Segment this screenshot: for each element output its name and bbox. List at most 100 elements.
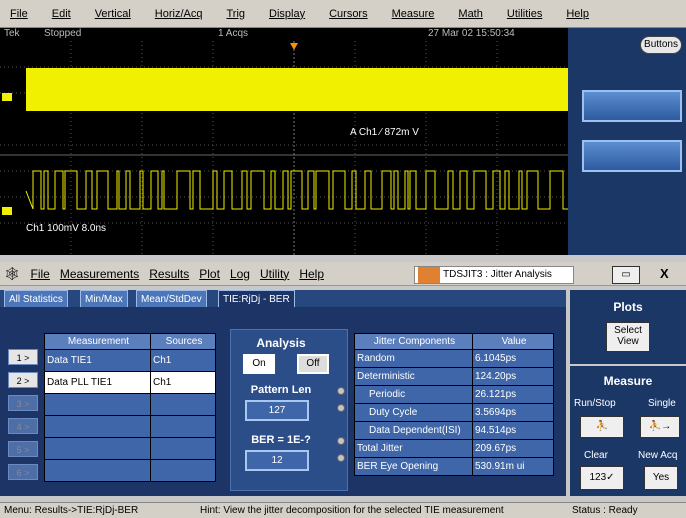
menu-cursors[interactable]: Cursors	[329, 8, 368, 20]
cell: Data TIE1	[44, 349, 151, 372]
table-row[interactable]	[44, 437, 216, 460]
tek-logo: Tek	[4, 28, 20, 39]
cell: Ch1	[150, 371, 216, 394]
tab-tie-rjdj-ber[interactable]: TIE:RjDj - BER	[218, 290, 295, 307]
table-row: Deterministic 124.20ps	[354, 367, 554, 386]
waveform-display[interactable]: A Ch1 ⁄ 872m V Ch1 100mV 8.0ns	[0, 41, 568, 255]
app-menu-results[interactable]: Results	[149, 267, 189, 281]
knob-icon	[337, 404, 345, 412]
menu-utilities[interactable]: Utilities	[507, 8, 542, 20]
row-button-3: 3 >	[8, 395, 38, 411]
col-jitter-components: Jitter Components	[354, 333, 473, 350]
cell: Random	[354, 349, 473, 368]
clear-button[interactable]: 123✓	[580, 466, 624, 490]
single-run-icon: ⛹→	[648, 421, 672, 432]
buttons-button[interactable]: Buttons	[640, 36, 682, 54]
run-icon: ⛹	[595, 421, 609, 432]
cell: 124.20ps	[472, 367, 554, 386]
side-button-1[interactable]	[582, 90, 682, 122]
hint-text: Hint: View the jitter decomposition for …	[200, 505, 504, 516]
cell: Total Jitter	[354, 439, 473, 458]
table-row: Data Dependent(ISI) 94.514ps	[354, 421, 554, 440]
datetime: 27 Mar 02 15:50:34	[428, 28, 515, 39]
app-status-bar: Menu: Results->TIE:RjDj-BER Hint: View t…	[0, 502, 686, 518]
cell: Data PLL TIE1	[44, 371, 151, 394]
table-row[interactable]: Data PLL TIE1 Ch1	[44, 371, 216, 394]
tab-mean-stddev[interactable]: Mean/StdDev	[136, 290, 207, 307]
cell	[44, 415, 151, 438]
menu-edit[interactable]: Edit	[52, 8, 71, 20]
status-text: Status : Ready	[572, 505, 638, 516]
cell: 209.67ps	[472, 439, 554, 458]
pattern-len-label: Pattern Len	[250, 384, 312, 396]
menu-path: Menu: Results->TIE:RjDj-BER	[4, 505, 139, 516]
table-row[interactable]: Data TIE1 Ch1	[44, 349, 216, 372]
side-button-2[interactable]	[582, 140, 682, 172]
cell: 3.5694ps	[472, 403, 554, 422]
app-menu-plot[interactable]: Plot	[199, 267, 220, 281]
cell: Periodic	[354, 385, 473, 404]
measurement-table: Measurement Sources Data TIE1 Ch1 Data PLL…	[44, 333, 216, 482]
row-button-2[interactable]: 2 >	[8, 372, 38, 388]
jitter-table: Jitter Components Value Random 6.1045ps De…	[354, 333, 554, 476]
analysis-off-button[interactable]: Off	[297, 354, 329, 374]
clear-label: Clear	[584, 450, 608, 461]
row-button-1[interactable]: 1 >	[8, 349, 38, 365]
app-menu-bar: 🕸 File Measurements Results Plot Log Uti…	[0, 262, 686, 286]
menu-file[interactable]: File	[10, 8, 28, 20]
run-stop-button[interactable]: ⛹	[580, 416, 624, 438]
analysis-on-button[interactable]: On	[243, 354, 275, 374]
menu-vertical[interactable]: Vertical	[95, 8, 131, 20]
app-menu-measurements[interactable]: Measurements	[60, 267, 139, 281]
table-row: Duty Cycle 3.5694ps	[354, 403, 554, 422]
cell: 94.514ps	[472, 421, 554, 440]
acq-state: Stopped	[44, 28, 82, 39]
cell: Data Dependent(ISI)	[354, 421, 473, 440]
channel-readout: Ch1 100mV 8.0ns	[26, 223, 107, 234]
table-row[interactable]	[44, 415, 216, 438]
pattern-len-field[interactable]: 127	[245, 400, 309, 421]
menu-measure[interactable]: Measure	[392, 8, 435, 20]
row-button-5: 5 >	[8, 441, 38, 457]
cell	[150, 459, 216, 482]
table-row: BER Eye Opening 530.91m ui	[354, 457, 554, 476]
knob-icon	[337, 387, 345, 395]
cell: Ch1	[150, 349, 216, 372]
app-menu-log[interactable]: Log	[230, 267, 250, 281]
table-row[interactable]	[44, 459, 216, 482]
knob-icon	[337, 454, 345, 462]
table-row[interactable]	[44, 393, 216, 416]
plots-group: Plots Select View	[570, 290, 686, 364]
restore-icon[interactable]: ▭	[612, 266, 640, 284]
menu-display[interactable]: Display	[269, 8, 305, 20]
close-icon[interactable]: X	[660, 266, 680, 284]
menu-math[interactable]: Math	[458, 8, 482, 20]
tab-min-max[interactable]: Min/Max	[80, 290, 128, 307]
select-view-button[interactable]: Select View	[606, 322, 650, 352]
menu-trig[interactable]: Trig	[226, 8, 245, 20]
table-row: Total Jitter 209.67ps	[354, 439, 554, 458]
ber-field[interactable]: 12	[245, 450, 309, 471]
knob-icon	[337, 437, 345, 445]
tab-all-statistics[interactable]: All Statistics	[4, 290, 68, 307]
app-menu-utility[interactable]: Utility	[260, 267, 289, 281]
app-icon: 🕸	[4, 265, 21, 281]
app-menu-help[interactable]: Help	[299, 267, 324, 281]
cell	[44, 393, 151, 416]
new-acq-yes-button[interactable]: Yes	[644, 466, 678, 490]
single-button[interactable]: ⛹→	[640, 416, 680, 438]
table-row: Random 6.1045ps	[354, 349, 554, 368]
tab-content: 1 > 2 > 3 > 4 > 5 > 6 > Measurement Sourc…	[0, 307, 566, 496]
menu-help[interactable]: Help	[566, 8, 589, 20]
menu-horiz-acq[interactable]: Horiz/Acq	[155, 8, 203, 20]
jitter-main-panel: All Statistics Min/Max Mean/StdDev TIE:R…	[0, 290, 566, 496]
cell: Duty Cycle	[354, 403, 473, 422]
trigger-readout: A Ch1 ⁄ 872m V	[350, 127, 419, 138]
scope-side-panel: Buttons	[568, 28, 686, 255]
app-menu-file[interactable]: File	[31, 267, 50, 281]
scope-menu-bar: File Edit Vertical Horiz/Acq Trig Displa…	[0, 0, 686, 28]
row-button-4: 4 >	[8, 418, 38, 434]
cell	[44, 459, 151, 482]
col-measurement: Measurement	[44, 333, 151, 350]
cell	[150, 415, 216, 438]
